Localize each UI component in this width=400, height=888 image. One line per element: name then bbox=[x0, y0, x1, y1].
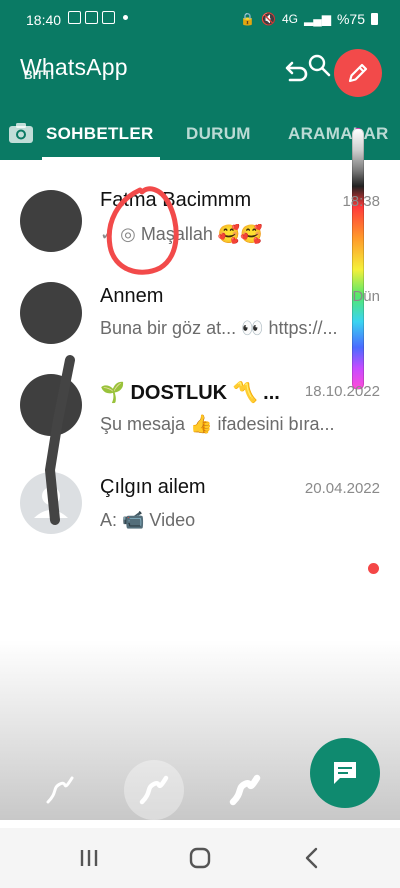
chat-row[interactable]: Annem Dün Buna bir göz at... 👀 https://.… bbox=[0, 272, 400, 364]
status-time: 18:40 bbox=[26, 12, 62, 28]
chat-preview: ✓ ◎ Maşallah 🥰🥰 bbox=[100, 224, 366, 245]
chat-row[interactable]: Çılgın ailem 20.04.2022 A: 📹 Video bbox=[0, 464, 400, 556]
edit-button[interactable] bbox=[334, 49, 382, 97]
lock-icon: 🔒 bbox=[240, 12, 256, 26]
chat-time: 20.04.2022 bbox=[304, 480, 380, 497]
brush-thin[interactable] bbox=[30, 760, 90, 820]
tab-bar: SOHBETLER DURUM ARAMALAR bbox=[0, 112, 400, 160]
new-chat-button[interactable] bbox=[310, 738, 380, 808]
tab-chats[interactable]: SOHBETLER bbox=[46, 124, 154, 144]
pending-icon: ◎ bbox=[120, 224, 141, 244]
notification-icons bbox=[68, 11, 128, 24]
more-notifications-icon bbox=[123, 15, 128, 20]
app-header: 18:40 🔒 🔇 4G ▂▄▆ %75 WhatsApp BITTI SOHB… bbox=[0, 0, 400, 160]
search-icon[interactable] bbox=[306, 52, 332, 78]
status-right-icons: 🔒 🔇 4G ▂▄▆ %75 bbox=[240, 11, 378, 27]
avatar[interactable] bbox=[20, 472, 82, 534]
chat-preview-text: Maşallah 🥰🥰 bbox=[140, 224, 263, 244]
chat-name: Fatma Bacimmm bbox=[100, 189, 252, 211]
tab-status[interactable]: DURUM bbox=[186, 124, 251, 144]
navigation-bar bbox=[0, 828, 400, 888]
chat-name: Çılgın ailem bbox=[100, 476, 206, 498]
done-label[interactable]: BITTI bbox=[24, 68, 54, 82]
image-icon bbox=[102, 11, 115, 24]
tab-calls[interactable]: ARAMALAR bbox=[288, 124, 389, 144]
default-avatar-icon bbox=[34, 487, 68, 518]
notification-icon bbox=[68, 11, 81, 24]
chat-preview: Şu mesaja 👍 ifadesini bıra... bbox=[100, 414, 335, 434]
chat-time: 18.10.2022 bbox=[304, 383, 380, 400]
chat-preview: A: 📹 Video bbox=[100, 510, 196, 530]
recent-apps-icon[interactable] bbox=[74, 846, 104, 870]
mute-icon: 🔇 bbox=[261, 12, 276, 26]
gallery-icon bbox=[85, 11, 98, 24]
signal-icon: ▂▄▆ bbox=[304, 12, 331, 26]
brush-medium[interactable] bbox=[124, 760, 184, 820]
brush-thick[interactable] bbox=[215, 760, 275, 820]
chat-time: 18:38 bbox=[342, 193, 380, 210]
chat-row[interactable]: 🌱 DOSTLUK 〽️ ... 18.10.2022 Şu mesaja 👍 … bbox=[0, 364, 400, 456]
avatar[interactable] bbox=[20, 374, 82, 436]
pencil-icon bbox=[348, 63, 368, 83]
chat-name: 🌱 DOSTLUK 〽️ ... bbox=[100, 382, 280, 404]
double-check-icon: ✓ bbox=[100, 224, 121, 244]
chat-preview: Buna bir göz at... 👀 https://... bbox=[100, 318, 338, 338]
avatar[interactable] bbox=[20, 282, 82, 344]
home-icon[interactable] bbox=[185, 846, 215, 870]
back-icon[interactable] bbox=[298, 846, 328, 870]
squiggle-brush-icon bbox=[229, 774, 261, 806]
camera-icon[interactable] bbox=[8, 122, 34, 144]
red-dot-marker bbox=[368, 563, 379, 574]
battery-icon bbox=[371, 13, 378, 25]
squiggle-brush-icon bbox=[139, 775, 169, 805]
network-label: 4G bbox=[281, 12, 298, 26]
chat-name: Annem bbox=[100, 285, 164, 307]
tab-indicator bbox=[42, 157, 160, 160]
battery-percent: %75 bbox=[336, 11, 365, 27]
squiggle-brush-icon bbox=[46, 776, 74, 804]
chat-time: Dün bbox=[352, 288, 380, 305]
status-bar: 18:40 🔒 🔇 4G ▂▄▆ %75 bbox=[0, 0, 400, 36]
chat-row[interactable]: Fatma Bacimmm 18:38 ✓ ◎ Maşallah 🥰🥰 bbox=[0, 180, 400, 272]
avatar[interactable] bbox=[20, 190, 82, 252]
message-icon bbox=[334, 762, 356, 784]
